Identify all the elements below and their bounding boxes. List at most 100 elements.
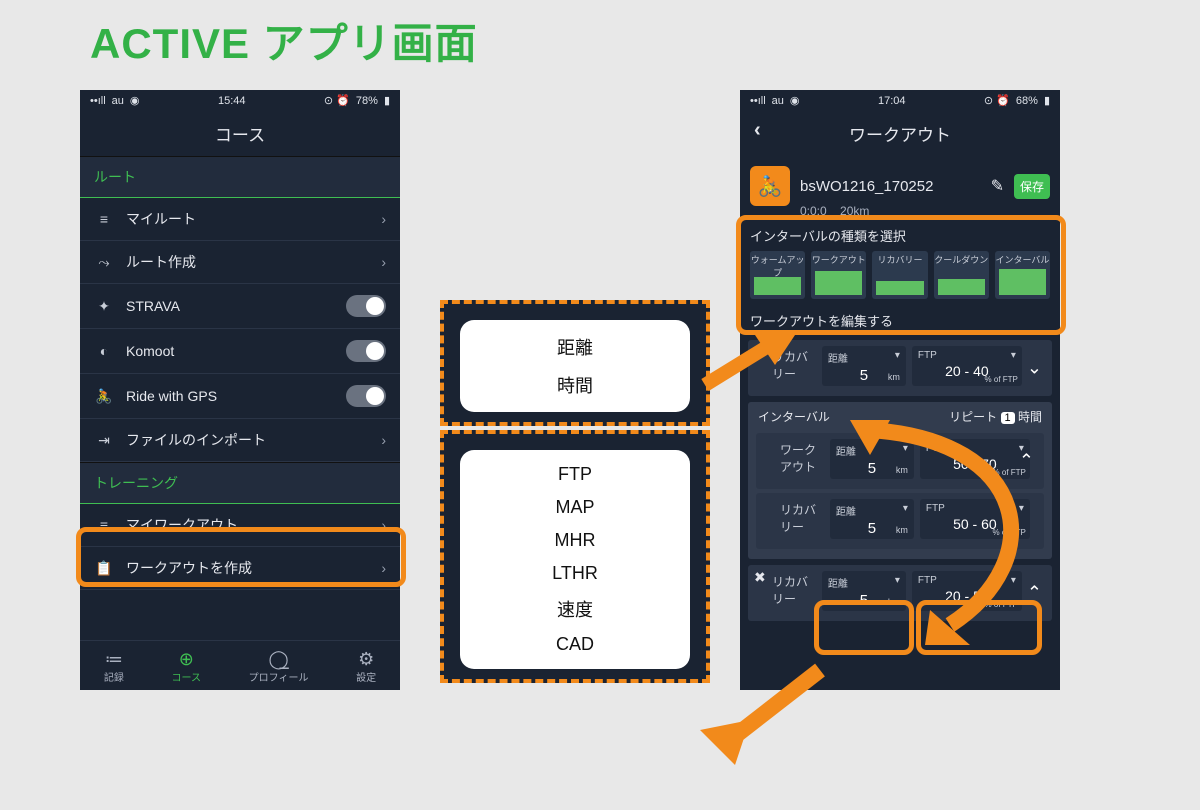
workout-name: bsWO1216_170252 — [800, 178, 981, 195]
ftp-field[interactable]: FTP▾ 50 - 60 % of FTP — [920, 499, 1030, 539]
chip-recovery[interactable]: リカバリー — [872, 251, 927, 299]
ftp-field[interactable]: FTP▾ 20 - 40 % of FTP — [912, 346, 1022, 386]
toggle[interactable] — [346, 385, 386, 407]
row-komoot[interactable]: ◐ Komoot — [80, 329, 400, 374]
row-strava[interactable]: ✦ STRAVA — [80, 284, 400, 329]
tab-label: コース — [172, 673, 202, 684]
back-button[interactable]: ‹ — [754, 119, 761, 142]
page-title: ACTIVE アプリ画面 — [90, 10, 478, 71]
save-button[interactable]: 保存 — [1014, 174, 1050, 199]
profile-icon: ◯̲ — [249, 649, 309, 669]
clock: 15:44 — [218, 95, 246, 107]
workout-meta: 0:0:0 20km — [740, 204, 1060, 218]
picker-option[interactable]: 時間 — [460, 366, 690, 404]
status-bar: ••ıll au ◉ 15:44 ⊙ ⏰ 78% ▮ — [80, 90, 400, 111]
tab-course[interactable]: ⊕ コース — [172, 649, 202, 684]
segment-card: リカバリー 距離▾ 5km FTP▾ 50 - 60 % of FTP — [756, 493, 1044, 549]
alarm-icon: ⊙ ⏰ — [984, 94, 1010, 107]
edit-workout-label: ワークアウトを編集する — [740, 307, 1060, 334]
nav-title: ‹ ワークアウト — [740, 111, 1060, 156]
row-my-route[interactable]: ≡ マイルート › — [80, 198, 400, 241]
tab-profile[interactable]: ◯̲ プロフィール — [249, 649, 309, 684]
nav-title-text: ワークアウト — [849, 126, 951, 145]
chevron-down-icon: ▾ — [1011, 350, 1016, 361]
chip-workout[interactable]: ワークアウト — [811, 251, 866, 299]
komoot-icon: ◐ — [94, 343, 114, 359]
chevron-right-icon: › — [381, 517, 386, 533]
repeat-unit: 時間 — [1018, 410, 1042, 424]
picker-option[interactable]: MAP — [460, 491, 690, 524]
distance-field[interactable]: 距離▾ 5km — [830, 439, 914, 479]
picker-option[interactable]: 距離 — [460, 328, 690, 366]
repeat-count[interactable]: 1 — [1001, 412, 1015, 424]
segment-card: ✖ リカバリー 距離▾ 5km FTP▾ 20 - 55 % of FTP ⌃ — [748, 565, 1052, 621]
segment-name: ワークアウト — [764, 439, 822, 475]
bike-icon: 🚴 — [750, 166, 790, 206]
tab-settings[interactable]: ⚙ 設定 — [356, 649, 376, 684]
row-label: マイワークアウト — [126, 515, 369, 535]
picker-option[interactable]: MHR — [460, 524, 690, 557]
picker-option[interactable]: CAD — [460, 628, 690, 661]
chevron-down-icon: ▾ — [895, 350, 900, 365]
nav-title: コース — [80, 111, 400, 156]
tab-label: 記録 — [104, 673, 124, 684]
picker-option[interactable]: LTHR — [460, 557, 690, 590]
distance-field[interactable]: 距離▾ 5km — [822, 571, 906, 611]
row-label: STRAVA — [126, 298, 334, 314]
row-label: Komoot — [126, 343, 334, 359]
carrier-label: au — [112, 95, 124, 107]
collapse-up-icon[interactable]: ⌃ — [1019, 451, 1034, 472]
chevron-right-icon: › — [381, 254, 386, 270]
ftp-field[interactable]: FTP▾ 20 - 55 % of FTP — [912, 571, 1022, 611]
interval-group-label: インターバル — [758, 408, 830, 425]
edit-icon[interactable]: ✎ — [991, 176, 1004, 196]
alarm-icon: ⊙ ⏰ — [324, 94, 350, 107]
delete-segment-icon[interactable]: ✖ — [754, 569, 766, 586]
chip-warmup[interactable]: ウォームアップ — [750, 251, 805, 299]
section-route: ルート — [80, 156, 400, 198]
row-create-route[interactable]: ⤳ ルート作成 › — [80, 241, 400, 284]
route-create-icon: ⤳ — [94, 254, 114, 271]
tab-label: プロフィール — [249, 673, 309, 684]
wifi-icon: ◉ — [130, 94, 140, 107]
collapse-up-icon[interactable]: ⌃ — [1027, 583, 1042, 604]
picker-distance-time[interactable]: 距離 時間 — [460, 320, 690, 412]
delete-segment-icon[interactable]: ✖ — [754, 344, 766, 361]
battery-icon: ▮ — [1044, 94, 1050, 107]
chip-interval[interactable]: インターバル — [995, 251, 1050, 299]
chip-cooldown[interactable]: クールダウン — [934, 251, 989, 299]
picker-distance-time-box: 距離 時間 — [440, 300, 710, 426]
wifi-icon: ◉ — [790, 94, 800, 107]
signal-icon: ••ıll — [90, 95, 106, 107]
row-label: マイルート — [126, 209, 369, 229]
segment-card: ✖ リカバリー 距離▾ 5 km FTP▾ 20 - 40 % of FTP ⌄ — [748, 340, 1052, 396]
expand-down-icon[interactable]: ⌄ — [1027, 358, 1042, 379]
distance-field[interactable]: 距離▾ 5km — [830, 499, 914, 539]
picker-metric[interactable]: FTP MAP MHR LTHR 速度 CAD — [460, 450, 690, 669]
row-create-workout[interactable]: 📋 ワークアウトを作成 › — [80, 547, 400, 590]
status-bar: ••ıll au ◉ 17:04 ⊙ ⏰ 68% ▮ — [740, 90, 1060, 111]
battery-label: 68% — [1016, 95, 1038, 107]
row-rwgps[interactable]: 🚴 Ride with GPS — [80, 374, 400, 419]
row-my-workout[interactable]: ≡ マイワークアウト › — [80, 504, 400, 547]
toggle[interactable] — [346, 295, 386, 317]
signal-icon: ••ıll — [750, 95, 766, 107]
tab-record[interactable]: ≔ 記録 — [104, 649, 124, 684]
phone-course: ••ıll au ◉ 15:44 ⊙ ⏰ 78% ▮ コース ルート ≡ マイル… — [80, 90, 400, 690]
clock: 17:04 — [878, 95, 906, 107]
row-import-file[interactable]: ⇥ ファイルのインポート › — [80, 419, 400, 462]
row-label: ファイルのインポート — [126, 430, 369, 450]
picker-option[interactable]: FTP — [460, 458, 690, 491]
segment-card: ワークアウト 距離▾ 5km FTP▾ 50 - 70 % of FTP ⌃ — [756, 433, 1044, 489]
toggle[interactable] — [346, 340, 386, 362]
ftp-field[interactable]: FTP▾ 50 - 70 % of FTP — [920, 439, 1030, 479]
segment-name: リカバリー — [764, 499, 822, 535]
distance-field[interactable]: 距離▾ 5 km — [822, 346, 906, 386]
create-workout-icon: 📋 — [94, 560, 114, 577]
row-label: Ride with GPS — [126, 388, 334, 404]
interval-type-label: インターバルの種類を選択 — [740, 218, 1060, 247]
chevron-right-icon: › — [381, 432, 386, 448]
picker-metric-box: FTP MAP MHR LTHR 速度 CAD — [440, 430, 710, 683]
picker-option[interactable]: 速度 — [460, 590, 690, 628]
tab-label: 設定 — [356, 673, 376, 684]
